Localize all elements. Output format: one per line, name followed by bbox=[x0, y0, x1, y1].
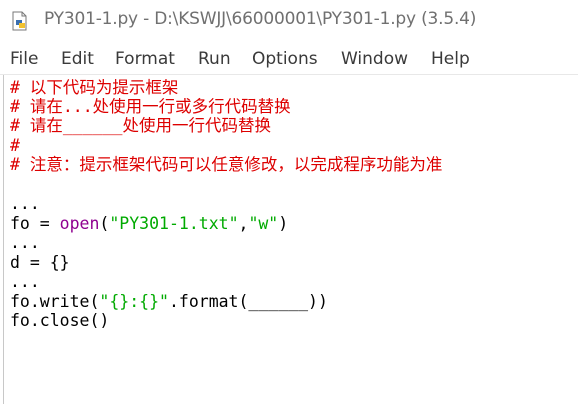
code-line: d = {} bbox=[10, 253, 70, 272]
string-token: "{}:{}" bbox=[99, 292, 169, 311]
code-token: fo.write( bbox=[10, 292, 100, 311]
code-line: fo.write("{}:{}".format(______)) bbox=[10, 292, 328, 312]
string-token: "w" bbox=[248, 214, 279, 233]
menu-window[interactable]: Window bbox=[341, 49, 408, 69]
code-token: ( bbox=[99, 214, 110, 233]
menu-format[interactable]: Format bbox=[115, 49, 175, 69]
menu-file[interactable]: File bbox=[10, 49, 38, 69]
menu-bar: File Edit Format Run Options Window Help bbox=[0, 42, 578, 75]
code-line: fo = open("PY301-1.txt","w") bbox=[10, 214, 288, 234]
string-token: "PY301-1.txt" bbox=[109, 214, 239, 233]
code-line: # 请在...处使用一行或多行代码替换 bbox=[10, 97, 291, 116]
menu-help[interactable]: Help bbox=[431, 49, 470, 69]
code-line: ... bbox=[10, 272, 40, 291]
code-line: # 以下代码为提示框架 bbox=[10, 78, 179, 97]
code-token: ) bbox=[278, 214, 289, 233]
menu-options[interactable]: Options bbox=[252, 49, 318, 69]
menu-run[interactable]: Run bbox=[198, 49, 231, 69]
window-title: PY301-1.py - D:\KSWJJ\66000001\PY301-1.p… bbox=[44, 9, 477, 29]
code-line: # 请在______处使用一行代码替换 bbox=[10, 116, 271, 135]
code-token: , bbox=[238, 214, 249, 233]
title-bar: PY301-1.py - D:\KSWJJ\66000001\PY301-1.p… bbox=[0, 0, 578, 42]
code-line: # bbox=[10, 136, 20, 155]
python-file-icon bbox=[10, 11, 30, 31]
builtin-token: open bbox=[59, 214, 100, 233]
code-line: ... bbox=[10, 194, 40, 213]
code-line: # 注意：提示框架代码可以任意修改，以完成程序功能为准 bbox=[10, 155, 443, 174]
code-token: .format(______)) bbox=[168, 292, 328, 311]
code-line: fo.close() bbox=[10, 311, 110, 330]
editor-border bbox=[3, 75, 4, 404]
code-token: fo = bbox=[10, 214, 60, 233]
code-line: ... bbox=[10, 233, 40, 252]
menu-edit[interactable]: Edit bbox=[61, 49, 94, 69]
